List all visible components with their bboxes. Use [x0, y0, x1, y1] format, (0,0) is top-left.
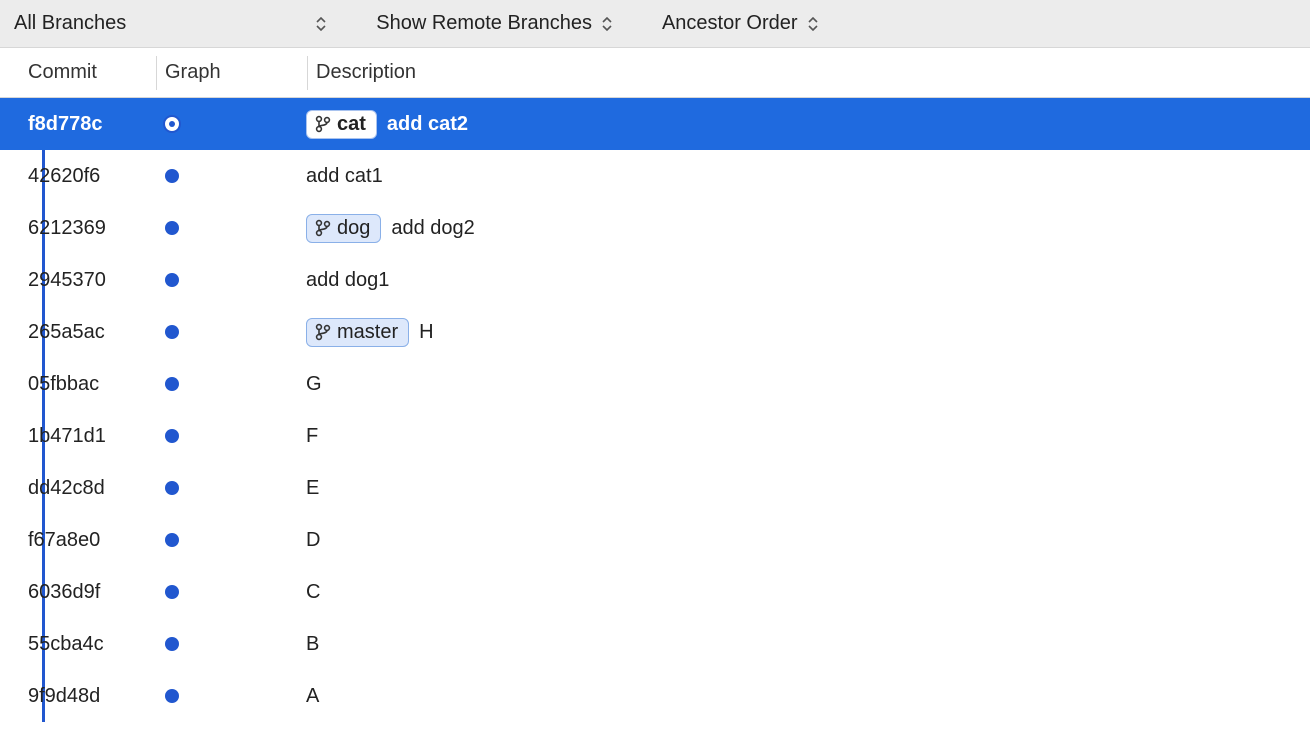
graph-cell [156, 150, 306, 202]
column-header-commit[interactable]: Commit [28, 61, 156, 84]
description-cell: D [306, 529, 1310, 552]
commit-hash: 6036d9f [28, 581, 156, 604]
commit-dot-icon [165, 481, 179, 495]
commit-row[interactable]: 6036d9f C [0, 566, 1310, 618]
commit-message: A [306, 685, 319, 708]
commit-hash: 9f9d48d [28, 685, 156, 708]
commit-message: B [306, 633, 319, 656]
graph-cell [156, 202, 306, 254]
commit-hash: f8d778c [28, 113, 156, 136]
graph-cell [156, 306, 306, 358]
commit-hash: 05fbbac [28, 373, 156, 396]
commit-hash: 265a5ac [28, 321, 156, 344]
column-header-description[interactable]: Description [308, 61, 1310, 84]
graph-cell [156, 410, 306, 462]
graph-cell [156, 566, 306, 618]
chevron-updown-icon [808, 16, 822, 32]
commit-message: add dog1 [306, 269, 389, 292]
commit-row[interactable]: 1b471d1 F [0, 410, 1310, 462]
commit-dot-icon [165, 377, 179, 391]
commit-hash: 42620f6 [28, 165, 156, 188]
chevron-updown-icon [602, 16, 616, 32]
graph-cell [156, 670, 306, 722]
commit-row[interactable]: 05fbbac G [0, 358, 1310, 410]
commit-dot-icon [165, 273, 179, 287]
branch-icon [315, 115, 331, 133]
commit-dot-icon [163, 115, 181, 133]
commit-message: H [419, 321, 433, 344]
commit-message: add dog2 [391, 217, 474, 240]
commit-row[interactable]: 6212369 dog add dog2 [0, 202, 1310, 254]
graph-cell [156, 618, 306, 670]
description-cell: E [306, 477, 1310, 500]
commit-dot-icon [165, 637, 179, 651]
branch-tag[interactable]: cat [306, 110, 377, 139]
column-header-row: Commit Graph Description [0, 48, 1310, 98]
commit-row[interactable]: dd42c8d E [0, 462, 1310, 514]
commit-hash: 1b471d1 [28, 425, 156, 448]
description-cell: B [306, 633, 1310, 656]
commit-dot-icon [165, 169, 179, 183]
commit-row[interactable]: 9f9d48d A [0, 670, 1310, 722]
commit-row[interactable]: 55cba4c B [0, 618, 1310, 670]
description-cell: master H [306, 318, 1310, 347]
filter-toolbar: All Branches Show Remote Branches Ancest… [0, 0, 1310, 48]
commit-row[interactable]: 265a5ac master H [0, 306, 1310, 358]
commit-message: D [306, 529, 320, 552]
commit-message: add cat2 [387, 113, 468, 136]
commit-row[interactable]: 42620f6 add cat1 [0, 150, 1310, 202]
branch-name: cat [337, 113, 366, 136]
branch-icon [315, 219, 331, 237]
chevron-updown-icon [316, 16, 330, 32]
description-cell: G [306, 373, 1310, 396]
column-header-graph[interactable]: Graph [157, 61, 307, 84]
commit-dot-icon [165, 533, 179, 547]
graph-cell [156, 462, 306, 514]
branch-name: master [337, 321, 398, 344]
description-cell: cat add cat2 [306, 110, 1310, 139]
description-cell: F [306, 425, 1310, 448]
description-cell: dog add dog2 [306, 214, 1310, 243]
description-cell: A [306, 685, 1310, 708]
branch-filter-label: All Branches [14, 12, 126, 35]
commit-hash: 6212369 [28, 217, 156, 240]
commit-row[interactable]: f67a8e0 D [0, 514, 1310, 566]
branch-tag[interactable]: master [306, 318, 409, 347]
order-filter-select[interactable]: Ancestor Order [662, 12, 828, 35]
commit-row[interactable]: f8d778c cat add cat2 [0, 98, 1310, 150]
remote-filter-label: Show Remote Branches [376, 12, 592, 35]
commit-dot-icon [165, 689, 179, 703]
graph-cell [156, 514, 306, 566]
commit-dot-icon [165, 429, 179, 443]
branch-filter-select[interactable]: All Branches [14, 12, 336, 35]
order-filter-label: Ancestor Order [662, 12, 798, 35]
commit-dot-icon [165, 325, 179, 339]
graph-cell [156, 254, 306, 306]
graph-cell [156, 358, 306, 410]
commit-hash: 2945370 [28, 269, 156, 292]
commit-message: C [306, 581, 320, 604]
commit-row[interactable]: 2945370 add dog1 [0, 254, 1310, 306]
description-cell: add dog1 [306, 269, 1310, 292]
commit-hash: 55cba4c [28, 633, 156, 656]
commit-message: add cat1 [306, 165, 383, 188]
commit-hash: dd42c8d [28, 477, 156, 500]
description-cell: add cat1 [306, 165, 1310, 188]
branch-icon [315, 323, 331, 341]
commit-message: F [306, 425, 318, 448]
commit-dot-icon [165, 221, 179, 235]
graph-cell [156, 98, 306, 150]
commit-list: f8d778c cat add cat2 42620f6 add cat1 6212369… [0, 98, 1310, 722]
branch-name: dog [337, 217, 370, 240]
description-cell: C [306, 581, 1310, 604]
branch-tag[interactable]: dog [306, 214, 381, 243]
commit-dot-icon [165, 585, 179, 599]
commit-hash: f67a8e0 [28, 529, 156, 552]
commit-message: E [306, 477, 319, 500]
remote-filter-select[interactable]: Show Remote Branches [376, 12, 622, 35]
commit-message: G [306, 373, 322, 396]
